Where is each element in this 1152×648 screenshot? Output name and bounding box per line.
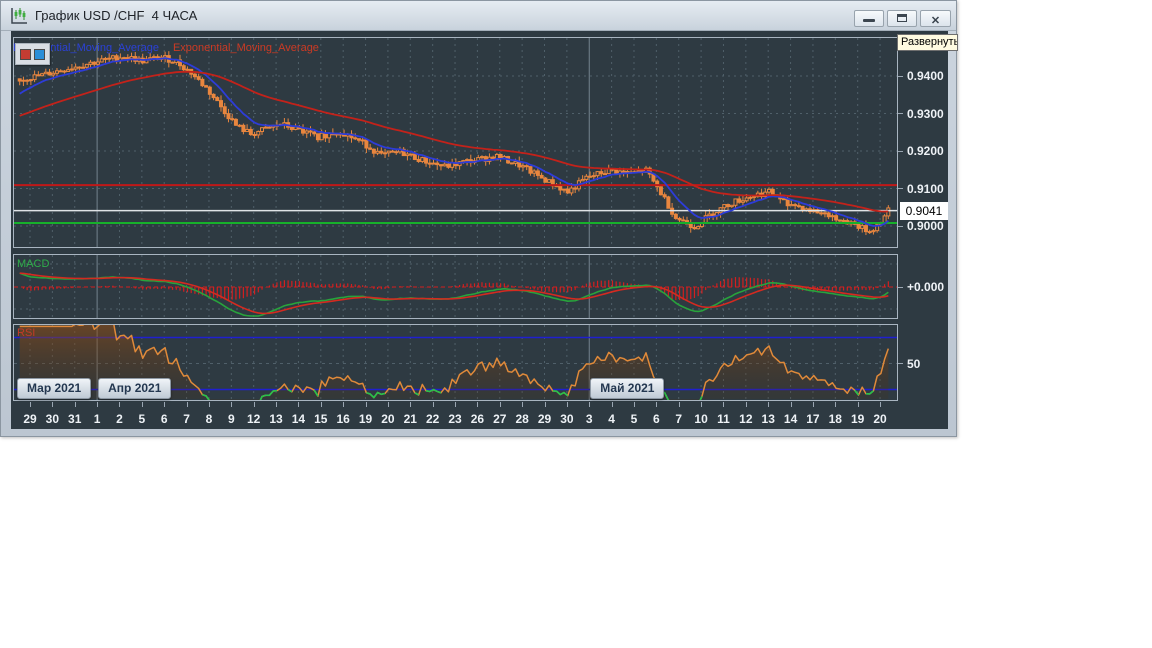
maximize-icon xyxy=(897,14,907,22)
price-chart-panel xyxy=(13,37,898,248)
price-chart-canvas[interactable] xyxy=(14,38,897,247)
close-icon: ✕ xyxy=(931,15,940,27)
page: { "window": { "title": "График USD /CHF … xyxy=(0,0,1152,648)
macd-label: MACD xyxy=(17,258,49,270)
ma-color-chip-blue[interactable] xyxy=(34,49,45,60)
minimize-icon xyxy=(863,19,875,22)
minimize-button[interactable] xyxy=(854,10,884,27)
maximize-button[interactable] xyxy=(887,10,917,27)
rsi-label: RSI xyxy=(17,327,35,339)
window-title: График USD /CHF 4 ЧАСА xyxy=(35,8,197,23)
macd-panel xyxy=(13,254,898,319)
legend-ma-slow: Exponential_Moving_Average xyxy=(173,42,319,54)
chart-window: График USD /CHF 4 ЧАСА ✕ Exponential_Mov… xyxy=(0,0,957,437)
rsi-chart-canvas[interactable] xyxy=(14,325,897,400)
title-bar[interactable]: График USD /CHF 4 ЧАСА ✕ xyxy=(1,1,956,31)
ma-color-chip-red[interactable] xyxy=(20,49,31,60)
maximize-tooltip: Развернуть xyxy=(897,34,958,51)
macd-chart-canvas[interactable] xyxy=(14,255,897,318)
indicator-color-buttons xyxy=(15,43,50,65)
rsi-panel xyxy=(13,324,898,401)
chart-icon xyxy=(9,6,29,26)
close-button[interactable]: ✕ xyxy=(920,10,951,27)
indicator-legend: Exponential_Moving_Average Exponential_M… xyxy=(13,42,319,54)
